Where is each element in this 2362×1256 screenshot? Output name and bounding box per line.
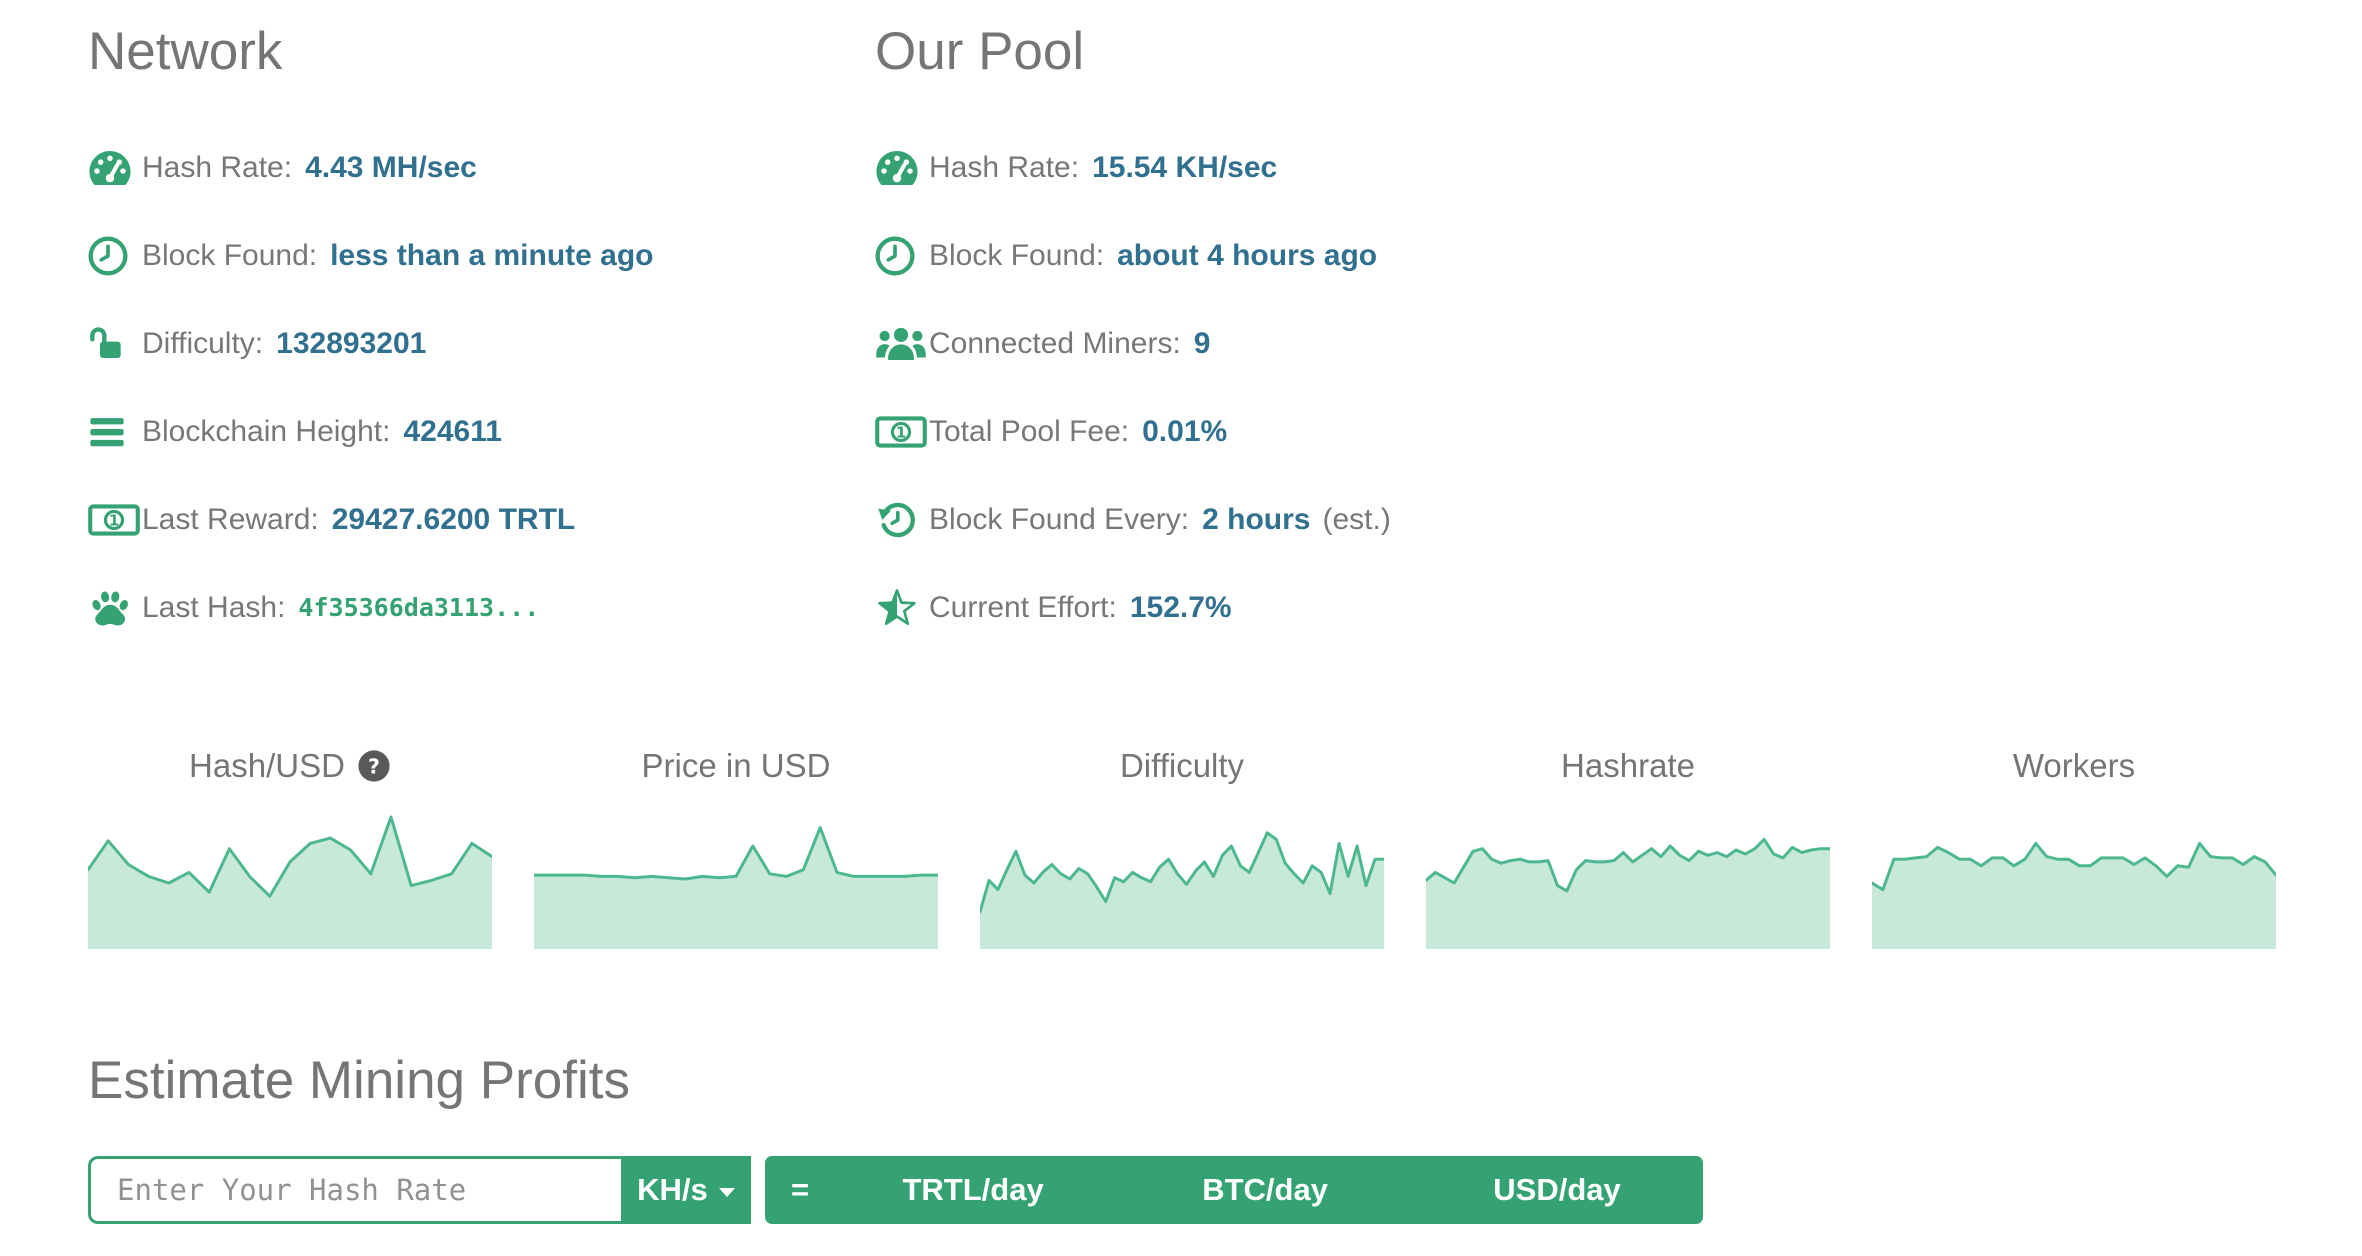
stat-label: Block Found: — [929, 238, 1105, 272]
caret-down-icon — [718, 1188, 735, 1198]
btc-per-day-label: BTC/day — [1202, 1172, 1328, 1208]
stat-row: Block Found: less than a minute ago — [88, 212, 875, 300]
estimate-title: Estimate Mining Profits — [88, 1050, 630, 1110]
sparkline-chart: Hash/USD — [88, 744, 492, 949]
stat-row: Connected Miners: 9 — [875, 300, 2274, 388]
stat-label: Last Reward: — [142, 502, 319, 536]
stat-label: Hash Rate: — [142, 150, 293, 184]
chart-title: Workers — [2012, 746, 2136, 784]
chart-title: Hashrate — [1561, 746, 1695, 784]
stat-row: Block Found: about 4 hours ago — [875, 212, 2274, 300]
stats-columns: Network Hash Rate: 4.43 MH/sec Block Fou… — [88, 20, 2274, 652]
stat-label: Difficulty: — [142, 326, 264, 360]
sparkline-chart: Workers — [1872, 744, 2276, 949]
stat-label: Hash Rate: — [929, 150, 1080, 184]
hashrate-unit-dropdown[interactable]: KH/s — [621, 1156, 751, 1225]
equals-sign: = — [791, 1172, 810, 1208]
stat-value: 2 hours — [1202, 502, 1311, 536]
hashrate-unit-label: KH/s — [637, 1172, 708, 1208]
area-chart — [88, 815, 492, 949]
stat-row: Blockchain Height: 424611 — [88, 388, 875, 476]
unlock-icon — [88, 324, 132, 364]
estimate-results-labels: TRTL/day BTC/day USD/day — [827, 1172, 1703, 1208]
stat-label: Total Pool Fee: — [929, 414, 1130, 448]
stat-row: Current Effort: 152.7% — [875, 564, 2274, 652]
hashrate-input[interactable] — [88, 1156, 621, 1225]
stat-value: 424611 — [403, 414, 502, 448]
stat-value: 29427.6200 TRTL — [331, 502, 576, 536]
charts-section: Hash/USD Price in USD Difficulty Hashrat… — [88, 744, 2276, 949]
stat-value: about 4 hours ago — [1117, 238, 1378, 272]
network-title: Network — [88, 22, 283, 81]
money-icon — [875, 412, 927, 452]
stat-suffix: (est.) — [1322, 502, 1391, 536]
stat-row: Difficulty: 132893201 — [88, 300, 875, 388]
estimate-form: KH/s = TRTL/day BTC/day USD/day — [88, 1156, 2274, 1225]
star-half-icon — [875, 588, 919, 628]
stat-value: 4.43 MH/sec — [305, 150, 477, 184]
stat-value: 4f35366da3113... — [298, 593, 540, 623]
usd-per-day-label: USD/day — [1493, 1172, 1621, 1208]
estimate-results-bar: = TRTL/day BTC/day USD/day — [765, 1156, 1703, 1225]
stat-value: 9 — [1193, 326, 1211, 360]
stat-row: Hash Rate: 15.54 KH/sec — [875, 124, 2274, 212]
area-chart — [1872, 841, 2276, 949]
stat-row: Block Found Every: 2 hours (est.) — [875, 476, 2274, 564]
stat-label: Block Found Every: — [929, 502, 1190, 536]
users-icon — [875, 324, 927, 364]
stat-row: Last Reward: 29427.6200 TRTL — [88, 476, 875, 564]
stat-value: 152.7% — [1129, 590, 1232, 624]
stat-value: 132893201 — [276, 326, 427, 360]
history-icon — [875, 500, 919, 540]
sparkline-chart: Difficulty — [980, 744, 1384, 949]
pool-section: Our Pool Hash Rate: 15.54 KH/sec Block F… — [875, 20, 2274, 652]
stat-value: 0.01% — [1142, 414, 1228, 448]
stat-label: Connected Miners: — [929, 326, 1181, 360]
network-section: Network Hash Rate: 4.43 MH/sec Block Fou… — [88, 20, 875, 652]
stat-row: Total Pool Fee: 0.01% — [875, 388, 2274, 476]
money-icon — [88, 500, 140, 540]
network-stat-list: Hash Rate: 4.43 MH/sec Block Found: less… — [88, 124, 875, 652]
pool-dashboard-page: Network Hash Rate: 4.43 MH/sec Block Fou… — [0, 0, 2362, 1225]
stat-label: Last Hash: — [142, 590, 286, 624]
clock-icon — [88, 236, 128, 276]
stat-value: less than a minute ago — [330, 238, 654, 272]
chart-title: Difficulty — [1119, 746, 1245, 784]
area-chart — [1426, 837, 1830, 949]
bars-icon — [88, 412, 126, 452]
chart-title: Hash/USD — [189, 746, 345, 784]
tachometer-icon — [88, 148, 132, 188]
stat-label: Block Found: — [142, 238, 318, 272]
stat-label: Blockchain Height: — [142, 414, 391, 448]
stat-value: 15.54 KH/sec — [1092, 150, 1278, 184]
tachometer-icon — [875, 148, 919, 188]
pool-stat-list: Hash Rate: 15.54 KH/sec Block Found: abo… — [875, 124, 2274, 652]
sparkline-chart: Price in USD — [534, 744, 938, 949]
estimate-section: Estimate Mining Profits KH/s = TRTL/day … — [88, 1049, 2274, 1225]
stat-row: Last Hash: 4f35366da3113... — [88, 564, 875, 652]
area-chart — [534, 825, 938, 949]
pool-title: Our Pool — [875, 22, 1085, 81]
stat-row: Hash Rate: 4.43 MH/sec — [88, 124, 875, 212]
chart-title: Price in USD — [641, 746, 831, 784]
help-icon[interactable] — [357, 749, 391, 783]
trtl-per-day-label: TRTL/day — [902, 1172, 1044, 1208]
paw-icon — [88, 588, 132, 628]
clock-icon — [875, 236, 915, 276]
stat-label: Current Effort: — [929, 590, 1117, 624]
area-chart — [980, 830, 1384, 949]
sparkline-chart: Hashrate — [1426, 744, 1830, 949]
